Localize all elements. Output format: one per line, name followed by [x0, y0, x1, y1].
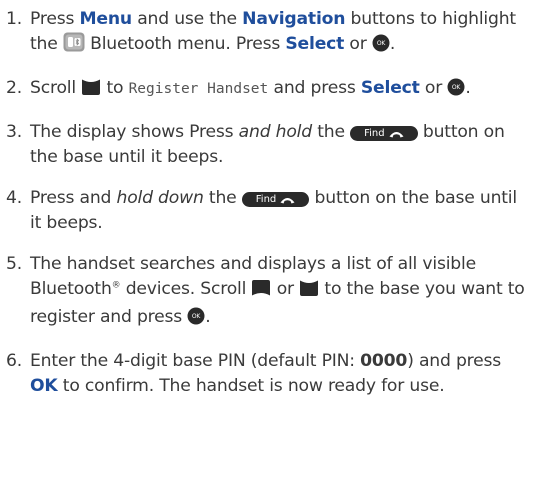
- ok-button-icon: OK: [372, 34, 390, 60]
- ok-key-label: OK: [30, 376, 58, 396]
- default-pin: 0000: [360, 351, 408, 371]
- step-number: 2.: [6, 78, 22, 98]
- select-key-label: Select: [360, 78, 420, 98]
- handset-icon: [280, 197, 295, 203]
- step-number: 5.: [6, 254, 22, 274]
- step-text: Scroll to Register Handset and press Sel…: [30, 76, 532, 104]
- step-2: 2. Scroll to Register Handset and press …: [6, 76, 532, 104]
- step-3: 3. The display shows Press and hold the …: [6, 120, 532, 170]
- step-text: Enter the 4-digit base PIN (default PIN:…: [30, 351, 502, 396]
- step-text: Press and hold down the Find button on t…: [30, 188, 517, 233]
- step-list: 1. Press Menu and use the Navigation but…: [6, 7, 532, 399]
- ok-button-icon: OK: [187, 307, 205, 333]
- svg-text:OK: OK: [192, 313, 202, 320]
- step-number: 3.: [6, 122, 22, 142]
- step-number: 1.: [6, 9, 22, 29]
- find-button-label: Find: [255, 194, 277, 205]
- step-6: 6. Enter the 4-digit base PIN (default P…: [6, 349, 532, 399]
- find-button-icon: Find: [350, 126, 418, 141]
- svg-text:OK: OK: [452, 84, 462, 91]
- step-text: The display shows Press and hold the Fin…: [30, 122, 505, 167]
- step-5: 5. The handset searches and displays a l…: [6, 252, 532, 333]
- scroll-up-icon: [251, 279, 271, 305]
- handset-icon: [389, 131, 404, 137]
- find-button-icon: Find: [241, 192, 310, 207]
- svg-text:OK: OK: [377, 40, 387, 47]
- bluetooth-menu-icon: [63, 32, 85, 60]
- emphasis-text: and hold: [238, 122, 312, 142]
- step-number: 4.: [6, 188, 22, 208]
- step-text: Press Menu and use the Navigation button…: [30, 7, 532, 60]
- step-1: 1. Press Menu and use the Navigation but…: [6, 7, 532, 60]
- scroll-down-icon: [299, 279, 319, 305]
- menu-key-label: Menu: [79, 9, 133, 29]
- display-text-register-handset: Register Handset: [128, 81, 269, 97]
- find-button-label: Find: [364, 128, 385, 139]
- step-text: The handset searches and displays a list…: [30, 252, 532, 333]
- scroll-down-icon: [81, 78, 101, 104]
- instructions-page: 1. Press Menu and use the Navigation but…: [0, 0, 538, 482]
- step-4: 4. Press and hold down the Find button o…: [6, 186, 532, 236]
- navigation-key-label: Navigation: [242, 9, 346, 29]
- emphasis-text: hold down: [116, 188, 204, 208]
- ok-button-icon: OK: [447, 78, 465, 104]
- select-key-label: Select: [285, 34, 345, 54]
- step-number: 6.: [6, 351, 22, 371]
